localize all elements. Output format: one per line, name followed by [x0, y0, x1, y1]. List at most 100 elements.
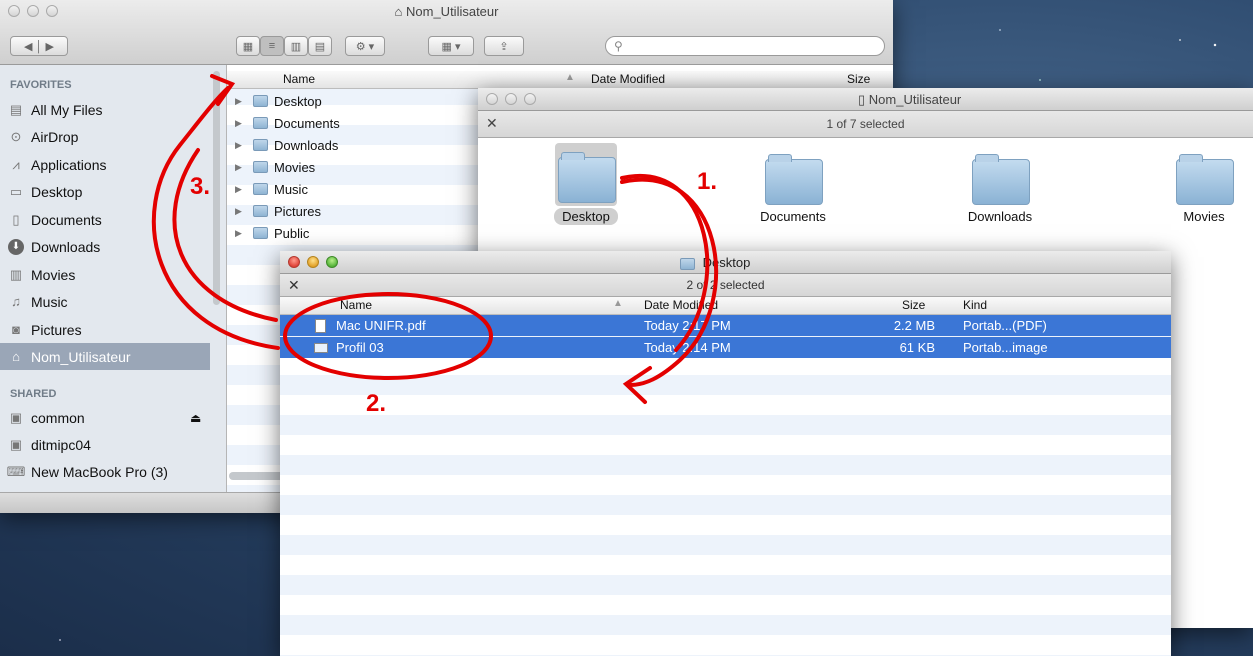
- selection-status: 1 of 7 selected: [826, 117, 905, 131]
- pdf-file-icon: [315, 318, 326, 333]
- annotation-step-1: 1.: [697, 168, 718, 195]
- selection-status: 2 of 2 selected: [686, 278, 765, 292]
- list-item-mac-unifr-pdf[interactable]: Mac UNIFR.pdf Today 2:17 PM 2.2 MB Porta…: [280, 315, 1171, 336]
- computer-icon: ⌨: [6, 463, 26, 479]
- folder-icon: [253, 117, 268, 129]
- window-title: ⌂ Nom_Utilisateur: [394, 4, 499, 19]
- minimize-button[interactable]: [307, 256, 319, 268]
- column-header-date[interactable]: Date Modified: [644, 298, 718, 312]
- annotation-step-3: 3.: [190, 173, 211, 200]
- disclosure-triangle-icon[interactable]: ▶: [235, 206, 245, 217]
- column-header-name[interactable]: Name: [340, 298, 372, 312]
- minimize-button[interactable]: [505, 93, 517, 105]
- desktop-icon: ▭: [9, 183, 23, 199]
- icon-grid: Desktop Documents Downloads Movies: [478, 137, 1253, 237]
- airdrop-icon: ⊙: [10, 128, 22, 144]
- list-item-documents[interactable]: ▶ Documents: [235, 112, 475, 134]
- column-header-size[interactable]: Size: [847, 72, 870, 86]
- search-input[interactable]: ⚲: [605, 36, 885, 56]
- sidebar-item-desktop[interactable]: ▭ Desktop: [0, 178, 210, 205]
- folder-icon: [253, 183, 268, 195]
- sidebar-scrollbar[interactable]: [213, 71, 220, 305]
- folder-icon: [765, 154, 823, 205]
- window-title: ▯ Nom_Utilisateur: [858, 92, 962, 107]
- annotation-step-2: 2.: [366, 390, 387, 417]
- disclosure-triangle-icon[interactable]: ▶: [235, 96, 245, 107]
- sidebar-item-ditmipc04[interactable]: ▣ ditmipc04: [0, 431, 210, 458]
- column-header-name[interactable]: Name: [283, 72, 315, 86]
- list-item-profil-03[interactable]: Profil 03 Today 2:14 PM 61 KB Portab...i…: [280, 337, 1171, 358]
- server-icon: ▣: [9, 409, 23, 425]
- shared-header: SHARED: [10, 388, 57, 400]
- sidebar-item-all-my-files[interactable]: ▤ All My Files: [0, 96, 210, 123]
- eject-icon[interactable]: ⏏: [190, 411, 201, 425]
- list-item-pictures[interactable]: ▶ Pictures: [235, 200, 475, 222]
- disclosure-triangle-icon[interactable]: ▶: [235, 118, 245, 129]
- folder-icon: [680, 257, 695, 270]
- view-icon-button[interactable]: ▦: [236, 36, 260, 56]
- folder-icon: [253, 139, 268, 151]
- music-icon: ♫: [11, 294, 21, 309]
- movies-icon: ▥: [9, 266, 23, 282]
- view-coverflow-button[interactable]: ▤: [308, 36, 332, 56]
- window-controls: [486, 93, 536, 105]
- sidebar-item-nom-utilisateur[interactable]: ⌂ Nom_Utilisateur: [0, 343, 210, 370]
- action-gear-button[interactable]: ⚙ ▾: [345, 36, 385, 56]
- folder-icon: [1176, 154, 1234, 205]
- all-files-icon: ▤: [9, 101, 23, 117]
- zoom-button[interactable]: [524, 93, 536, 105]
- title-bar: Desktop: [280, 251, 1171, 274]
- list-item-music[interactable]: ▶ Music: [235, 178, 475, 200]
- close-button[interactable]: [486, 93, 498, 105]
- window-title: Desktop: [680, 255, 1171, 270]
- sidebar-item-music[interactable]: ♫ Music: [0, 288, 210, 315]
- path-bar: ✕ 1 of 7 selected: [478, 111, 1253, 138]
- home-icon: ⌂: [12, 349, 20, 364]
- disclosure-triangle-icon[interactable]: ▶: [235, 162, 245, 173]
- list-item-desktop[interactable]: ▶ Desktop: [235, 90, 475, 112]
- column-header-size[interactable]: Size: [902, 298, 925, 312]
- title-bar: ⌂ Nom_Utilisateur ◀ │ ▶ ▦ ≡ ▥ ▤ ⚙ ▾ ▦ ▾ …: [0, 0, 893, 65]
- close-button[interactable]: [288, 256, 300, 268]
- share-button[interactable]: ⇪: [484, 36, 524, 56]
- disclosure-triangle-icon[interactable]: ▶: [235, 140, 245, 151]
- search-icon: ⚲: [614, 39, 623, 53]
- sort-arrow-icon: ▲: [565, 72, 575, 83]
- view-list-button[interactable]: ≡: [260, 36, 284, 56]
- title-bar: ▯ Nom_Utilisateur: [478, 88, 1253, 111]
- folder-icon: [253, 161, 268, 173]
- column-header-kind[interactable]: Kind: [963, 298, 987, 312]
- list-item-movies[interactable]: ▶ Movies: [235, 156, 475, 178]
- list-item-public[interactable]: ▶ Public: [235, 222, 475, 244]
- sidebar-item-applications[interactable]: ⩘ Applications: [0, 151, 210, 178]
- sort-arrow-icon: ▲: [613, 298, 623, 309]
- finder-window-desktop: Desktop ✕ 2 of 2 selected Name ▲ Date Mo…: [280, 251, 1171, 656]
- sidebar-item-downloads[interactable]: ⬇ Downloads: [0, 233, 210, 260]
- list-item-downloads[interactable]: ▶ Downloads: [235, 134, 475, 156]
- sidebar-item-pictures[interactable]: ◙ Pictures: [0, 316, 210, 343]
- downloads-icon: ⬇: [8, 238, 24, 255]
- folder-icon: [558, 152, 616, 203]
- column-header-date[interactable]: Date Modified: [591, 72, 665, 86]
- file-list: Mac UNIFR.pdf Today 2:17 PM 2.2 MB Porta…: [280, 315, 1171, 656]
- documents-icon: ▯: [12, 211, 20, 227]
- disclosure-triangle-icon[interactable]: ▶: [235, 184, 245, 195]
- zoom-button[interactable]: [326, 256, 338, 268]
- applications-icon: ⩘: [12, 156, 20, 172]
- arrange-button[interactable]: ▦ ▾: [428, 36, 474, 56]
- back-forward-button[interactable]: ◀ │ ▶: [10, 36, 68, 56]
- view-column-button[interactable]: ▥: [284, 36, 308, 56]
- column-headers: Name ▲ Date Modified Size: [227, 71, 893, 89]
- sidebar-item-airdrop[interactable]: ⊙ AirDrop: [0, 123, 210, 150]
- column-headers: Name ▲ Date Modified Size Kind: [280, 297, 1171, 315]
- server-icon: ▣: [9, 436, 23, 452]
- folder-icon: [972, 154, 1030, 205]
- file-list: ▶ Desktop ▶ Documents ▶ Downloads ▶ Movies ▶…: [235, 90, 475, 250]
- sidebar-item-common[interactable]: ▣ common ⏏: [0, 404, 210, 431]
- image-file-icon: [314, 342, 328, 353]
- sidebar-item-new-macbook-pro[interactable]: ⌨ New MacBook Pro (3): [0, 458, 210, 485]
- disclosure-triangle-icon[interactable]: ▶: [235, 228, 245, 239]
- sidebar-item-documents[interactable]: ▯ Documents: [0, 206, 210, 233]
- sidebar-item-movies[interactable]: ▥ Movies: [0, 261, 210, 288]
- favorites-header: FAVORITES: [10, 79, 72, 91]
